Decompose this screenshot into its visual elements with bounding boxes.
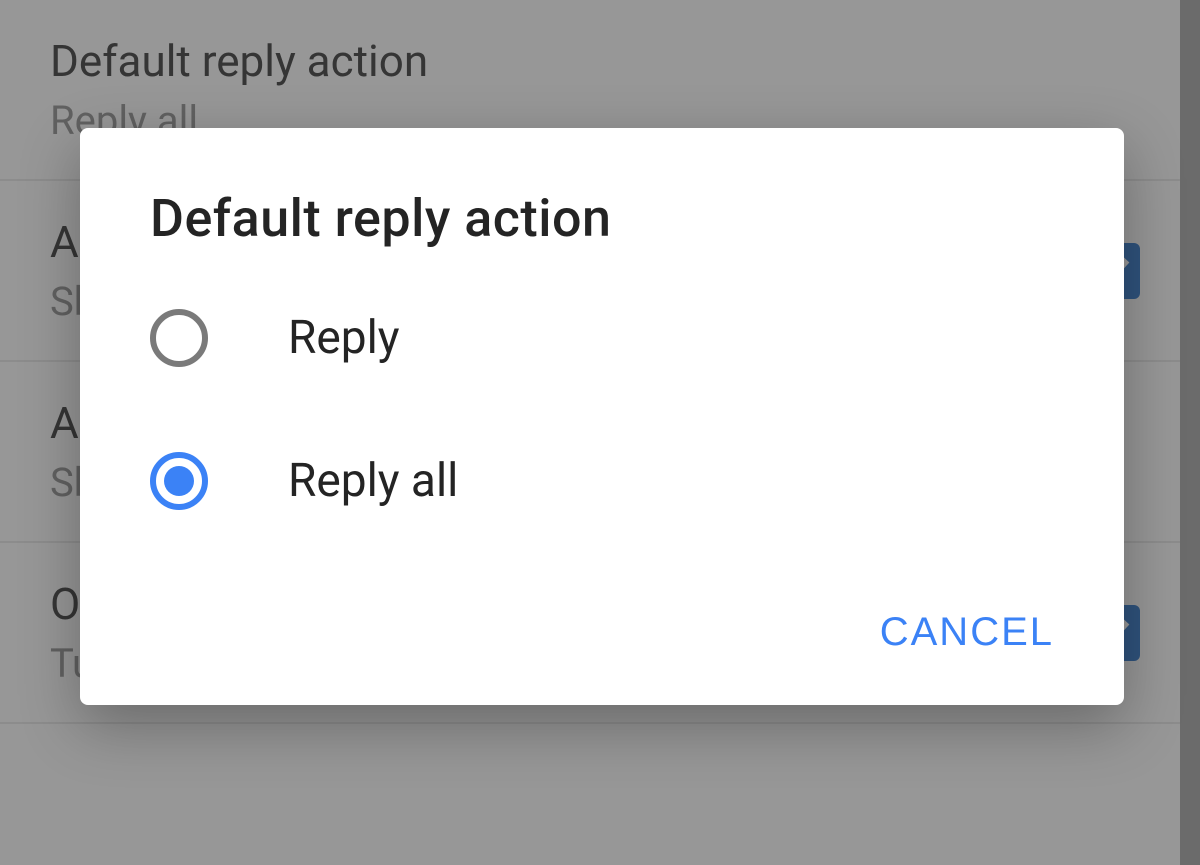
radio-option-reply-all[interactable]: Reply all bbox=[80, 452, 1124, 510]
radio-checked-icon bbox=[150, 452, 208, 510]
radio-inner-dot bbox=[164, 466, 194, 496]
radio-option-reply[interactable]: Reply bbox=[80, 309, 1124, 367]
dialog-actions: CANCEL bbox=[80, 595, 1124, 670]
dialog-title: Default reply action bbox=[80, 188, 1124, 249]
radio-unchecked-icon bbox=[150, 309, 208, 367]
cancel-button[interactable]: CANCEL bbox=[880, 595, 1054, 670]
radio-label: Reply all bbox=[288, 454, 458, 508]
default-reply-dialog: Default reply action Reply Reply all CAN… bbox=[80, 128, 1124, 705]
radio-label: Reply bbox=[288, 311, 400, 365]
